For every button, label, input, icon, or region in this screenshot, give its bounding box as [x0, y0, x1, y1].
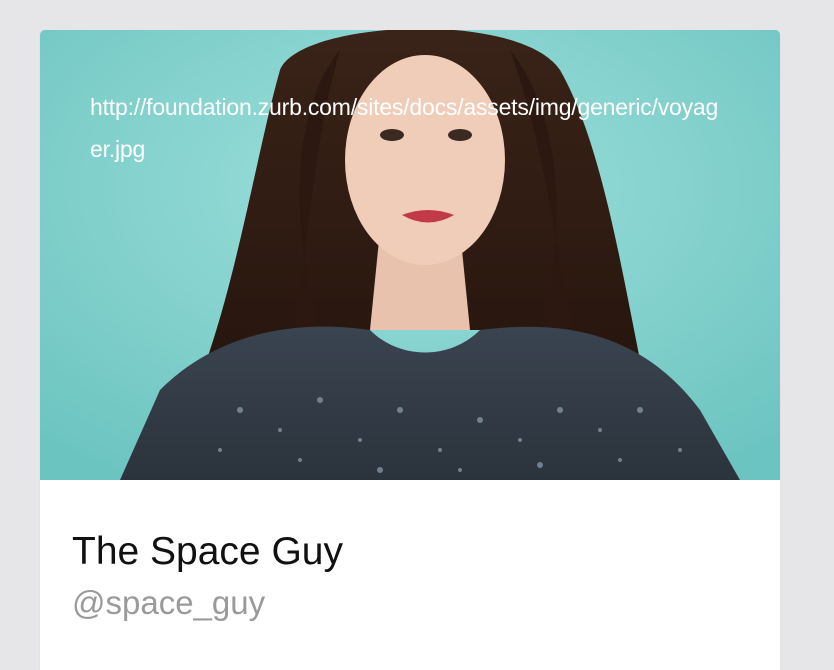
profile-card: http://foundation.zurb.com/sites/docs/as… — [40, 30, 780, 670]
card-handle: @space_guy — [72, 584, 266, 621]
image-alt-text: http://foundation.zurb.com/sites/docs/as… — [90, 94, 719, 162]
profile-image: http://foundation.zurb.com/sites/docs/as… — [40, 30, 780, 480]
card-title: The Space Guy — [72, 530, 343, 573]
